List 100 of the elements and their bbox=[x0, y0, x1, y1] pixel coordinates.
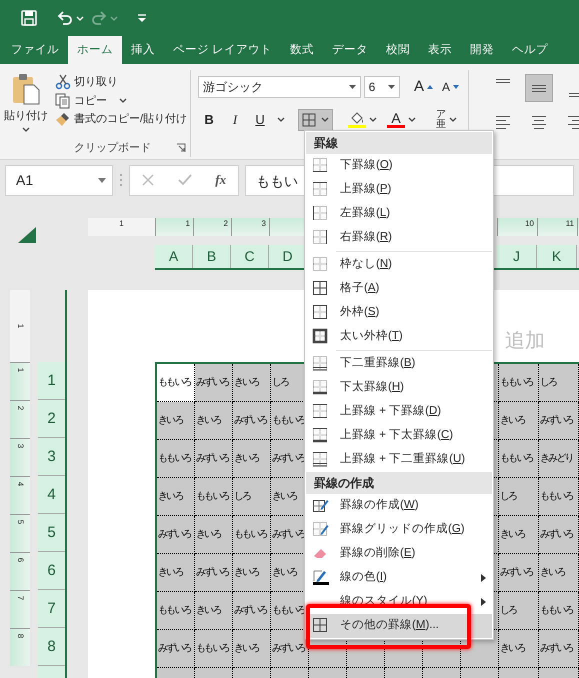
menu-item[interactable]: 上罫線 + 下罫線(D) bbox=[306, 400, 492, 424]
dialog-launcher-icon[interactable] bbox=[176, 143, 186, 153]
table-cell[interactable]: みずいろ bbox=[195, 364, 233, 402]
menu-item[interactable]: 罫線の削除(E) bbox=[306, 542, 492, 566]
grow-font-button[interactable]: A bbox=[411, 76, 436, 98]
bold-button[interactable]: B bbox=[198, 110, 220, 130]
table-cell[interactable]: みずいろ bbox=[499, 554, 539, 592]
row-header[interactable]: 3 bbox=[38, 438, 65, 476]
format-painter-button[interactable]: 書式のコピー/貼り付け bbox=[52, 111, 190, 128]
ribbon-tab[interactable]: 挿入 bbox=[122, 36, 164, 64]
menu-item[interactable]: 上罫線 + 下二重罫線(U) bbox=[306, 448, 492, 472]
table-cell[interactable]: きいろ bbox=[233, 554, 271, 592]
cut-button[interactable]: 切り取り bbox=[52, 74, 190, 90]
table-cell[interactable]: ももいろ bbox=[195, 478, 233, 516]
name-box[interactable]: A1 bbox=[5, 164, 113, 196]
table-cell[interactable]: きいろ bbox=[499, 630, 539, 668]
row-header[interactable]: 2 bbox=[38, 400, 65, 438]
ribbon-tab[interactable]: データ bbox=[323, 36, 378, 64]
column-header[interactable]: A bbox=[155, 245, 193, 268]
menu-item[interactable]: 枠なし(N) bbox=[306, 253, 492, 277]
save-icon[interactable] bbox=[20, 9, 38, 27]
table-cell[interactable]: みずいろ bbox=[233, 402, 271, 440]
menu-item[interactable]: 上罫線(P) bbox=[306, 178, 492, 202]
table-cell[interactable]: きいろ bbox=[195, 516, 233, 554]
ribbon-tab[interactable]: ヘルプ bbox=[503, 36, 558, 64]
menu-item[interactable]: 右罫線(R) bbox=[306, 226, 492, 250]
ribbon-tab[interactable]: 開発 bbox=[461, 36, 504, 64]
row-header[interactable]: 1 bbox=[38, 362, 65, 400]
menu-item[interactable]: 罫線グリッドの作成(G) bbox=[306, 518, 492, 542]
menu-item[interactable]: 線の色(I) bbox=[306, 566, 492, 590]
table-cell[interactable]: ももいろ bbox=[233, 516, 271, 554]
table-cell[interactable]: ももいろ bbox=[499, 440, 539, 478]
row-header[interactable]: 7 bbox=[38, 590, 65, 628]
row-header[interactable]: 4 bbox=[38, 476, 65, 514]
table-cell[interactable]: きいろ bbox=[195, 592, 233, 630]
table-cell[interactable]: きみどり bbox=[539, 440, 579, 478]
table-cell[interactable]: きいろ bbox=[233, 364, 271, 402]
table-cell[interactable]: みずいろ bbox=[271, 630, 309, 668]
column-header[interactable]: J bbox=[497, 245, 537, 268]
table-cell[interactable]: きいろ bbox=[233, 440, 271, 478]
menu-item[interactable]: 上罫線 + 下太罫線(C) bbox=[306, 424, 492, 448]
table-cell[interactable]: きいろ bbox=[499, 516, 539, 554]
select-all-button[interactable] bbox=[18, 226, 36, 243]
table-cell[interactable]: しろ bbox=[499, 592, 539, 630]
column-header[interactable]: D bbox=[269, 245, 307, 268]
font-color-button[interactable]: A bbox=[384, 111, 420, 128]
menu-item[interactable]: 外枠(S) bbox=[306, 301, 492, 325]
ribbon-tab[interactable]: 校閲 bbox=[377, 36, 420, 64]
table-cell[interactable]: みずいろ bbox=[157, 516, 195, 554]
menu-item[interactable]: 下太罫線(H) bbox=[306, 376, 492, 400]
underline-button[interactable]: U bbox=[250, 110, 270, 130]
table-cell[interactable]: みずいろ bbox=[195, 554, 233, 592]
column-header[interactable]: K bbox=[537, 245, 577, 268]
table-cell[interactable]: きいろ bbox=[539, 554, 579, 592]
table-cell[interactable]: ももいろ bbox=[539, 478, 579, 516]
paste-button[interactable]: 貼り付け bbox=[0, 70, 52, 139]
table-cell[interactable]: きいろ bbox=[195, 402, 233, 440]
row-header[interactable]: 8 bbox=[38, 628, 65, 666]
borders-button[interactable] bbox=[298, 108, 334, 130]
ribbon-tab[interactable]: ファイル bbox=[2, 36, 68, 64]
copy-button[interactable]: コピー bbox=[52, 92, 110, 109]
table-cell[interactable]: みずいろ bbox=[195, 440, 233, 478]
undo-icon[interactable] bbox=[56, 9, 74, 27]
customize-icon[interactable] bbox=[136, 12, 148, 24]
font-size-field[interactable]: 6 bbox=[364, 76, 400, 98]
table-cell[interactable]: みずいろ bbox=[539, 516, 579, 554]
ribbon-tab[interactable]: ホーム bbox=[68, 36, 122, 64]
table-cell[interactable]: ももいろ bbox=[157, 440, 195, 478]
table-cell[interactable]: ももいろ bbox=[195, 630, 233, 668]
italic-button[interactable]: I bbox=[224, 110, 246, 130]
ribbon-tab[interactable]: ページ レイアウト bbox=[164, 36, 282, 64]
ribbon-tab[interactable]: 数式 bbox=[281, 36, 324, 64]
menu-item[interactable]: 罫線の作成(W) bbox=[306, 494, 492, 518]
shrink-font-button[interactable]: A bbox=[439, 78, 462, 96]
menu-item[interactable]: 左罫線(L) bbox=[306, 202, 492, 226]
menu-item[interactable]: 下罫線(O) bbox=[306, 154, 492, 178]
table-cell[interactable]: みずいろ bbox=[233, 592, 271, 630]
menu-item[interactable]: 下二重罫線(B) bbox=[306, 352, 492, 376]
align-middle-button[interactable] bbox=[525, 74, 554, 102]
table-cell[interactable]: きいろ bbox=[157, 478, 195, 516]
table-cell[interactable]: しろ bbox=[499, 478, 539, 516]
column-header[interactable]: B bbox=[193, 245, 231, 268]
phonetic-button[interactable]: ア 亜 bbox=[433, 110, 460, 130]
insert-function-button[interactable]: fx bbox=[215, 170, 226, 190]
menu-item[interactable]: 太い外枠(T) bbox=[306, 325, 492, 349]
table-cell[interactable]: しろ bbox=[539, 364, 579, 402]
check-icon[interactable] bbox=[178, 174, 192, 186]
table-cell[interactable]: ももいろ bbox=[157, 592, 195, 630]
table-cell[interactable]: きいろ bbox=[499, 402, 539, 440]
row-header[interactable]: 6 bbox=[38, 552, 65, 590]
ribbon-tab[interactable]: 表示 bbox=[419, 36, 462, 64]
table-cell[interactable]: みずいろ bbox=[539, 402, 579, 440]
table-cell[interactable]: きいろ bbox=[233, 630, 271, 668]
row-header[interactable]: 5 bbox=[38, 514, 65, 552]
table-cell[interactable]: きいろ bbox=[157, 402, 195, 440]
table-cell[interactable]: ももいろ bbox=[157, 364, 195, 402]
column-header[interactable]: C bbox=[231, 245, 269, 268]
table-cell[interactable]: みずいろ bbox=[539, 630, 579, 668]
table-cell[interactable]: きいろ bbox=[157, 554, 195, 592]
table-cell[interactable]: ももいろ bbox=[539, 592, 579, 630]
